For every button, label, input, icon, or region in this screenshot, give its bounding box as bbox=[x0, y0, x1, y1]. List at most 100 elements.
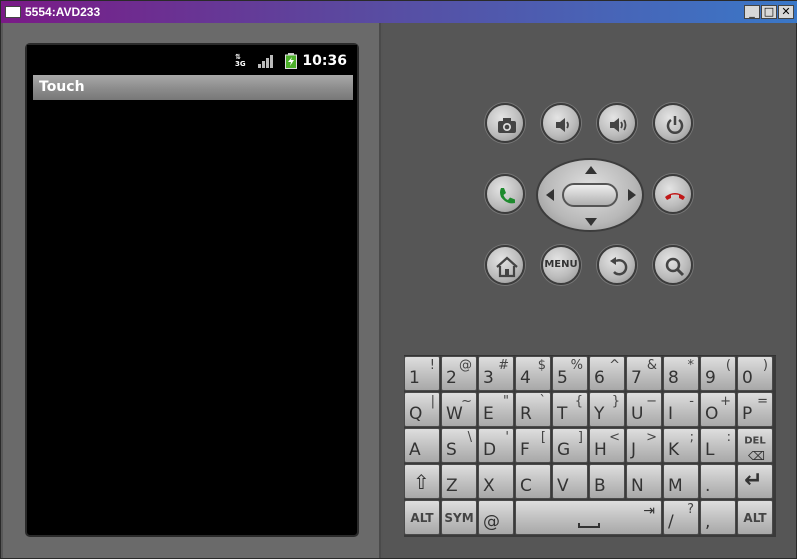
key-main-label: 7 bbox=[631, 368, 642, 388]
alt-key-left[interactable]: ALT bbox=[404, 500, 440, 535]
key-6[interactable]: 6 ^ bbox=[589, 356, 625, 391]
key-main-label: Z bbox=[446, 476, 458, 496]
key-4[interactable]: 4 $ bbox=[515, 356, 551, 391]
key-i[interactable]: I- bbox=[663, 392, 699, 427]
volume-up-button[interactable] bbox=[597, 103, 637, 143]
key-slash[interactable]: /? bbox=[663, 500, 699, 535]
maximize-button[interactable]: □ bbox=[761, 5, 777, 19]
key-main-label: Q bbox=[409, 404, 423, 424]
key-n[interactable]: N bbox=[626, 464, 662, 499]
space-key[interactable]: ⇥ bbox=[515, 500, 662, 535]
power-button[interactable] bbox=[653, 103, 693, 143]
network-type-label: 3G bbox=[235, 60, 246, 68]
key-m[interactable]: M bbox=[663, 464, 699, 499]
dpad-down-icon[interactable] bbox=[585, 218, 597, 226]
key-s[interactable]: S \ bbox=[441, 428, 477, 463]
key-main-label: . bbox=[705, 476, 711, 496]
key-p[interactable]: P = bbox=[737, 392, 773, 427]
shift-key[interactable]: ⇧ bbox=[404, 464, 440, 499]
key-w[interactable]: W ~ bbox=[441, 392, 477, 427]
key-shift-symbol: @ bbox=[459, 358, 472, 373]
key-shift-symbol: ^ bbox=[609, 358, 620, 373]
key-g[interactable]: G] bbox=[552, 428, 588, 463]
key-shift-symbol: = bbox=[757, 394, 768, 409]
key-y[interactable]: Y} bbox=[589, 392, 625, 427]
key-d[interactable]: D ' bbox=[478, 428, 514, 463]
key-u[interactable]: U − bbox=[626, 392, 662, 427]
call-button[interactable] bbox=[485, 174, 525, 214]
key-0[interactable]: 0) bbox=[737, 356, 773, 391]
volume-down-button[interactable] bbox=[541, 103, 581, 143]
key-v[interactable]: V bbox=[552, 464, 588, 499]
volume-up-icon bbox=[610, 118, 627, 132]
key-main-label: I bbox=[668, 404, 674, 424]
dpad-center-button[interactable] bbox=[562, 183, 618, 207]
end-call-button[interactable] bbox=[653, 174, 693, 214]
camera-button[interactable] bbox=[485, 103, 525, 143]
key-5[interactable]: 5% bbox=[552, 356, 588, 391]
key-main-label: B bbox=[594, 476, 606, 496]
key-2[interactable]: 2 @ bbox=[441, 356, 477, 391]
key-shift-symbol: ; bbox=[689, 430, 694, 445]
back-button[interactable] bbox=[597, 245, 637, 285]
alt-key-right[interactable]: ALT bbox=[737, 500, 773, 535]
key-8[interactable]: 8 * bbox=[663, 356, 699, 391]
device-screen[interactable]: ⇅ 3G 10:36 Touch bbox=[25, 43, 359, 537]
emulator-window: 5554:AVD233 _ □ ✕ ⇅ 3G 10:36 Touch MENU … bbox=[0, 0, 797, 559]
key-main-label: L bbox=[705, 440, 715, 460]
title-bar[interactable]: 5554:AVD233 _ □ ✕ bbox=[1, 1, 797, 23]
key-main-label: G bbox=[557, 440, 571, 460]
key-a[interactable]: A bbox=[404, 428, 440, 463]
key-j[interactable]: J > bbox=[626, 428, 662, 463]
key-main-label: V bbox=[557, 476, 569, 496]
home-button[interactable] bbox=[485, 245, 525, 285]
key-c[interactable]: C bbox=[515, 464, 551, 499]
key-main-label: 3 bbox=[483, 368, 494, 388]
dpad-left-icon[interactable] bbox=[546, 189, 554, 201]
menu-button[interactable]: MENU bbox=[541, 245, 581, 285]
back-icon bbox=[610, 257, 628, 276]
at-key[interactable]: @ bbox=[478, 500, 514, 535]
key-b[interactable]: B bbox=[589, 464, 625, 499]
key-shift-symbol: - bbox=[689, 394, 694, 409]
search-button[interactable] bbox=[653, 245, 693, 285]
key-9[interactable]: 9( bbox=[700, 356, 736, 391]
key-shift-symbol: − bbox=[646, 394, 657, 409]
key-comma[interactable]: , bbox=[700, 500, 736, 535]
key-h[interactable]: H < bbox=[589, 428, 625, 463]
key-r[interactable]: R ` bbox=[515, 392, 551, 427]
key-k[interactable]: K; bbox=[663, 428, 699, 463]
key-main-label: , bbox=[705, 512, 711, 532]
key-e[interactable]: E " bbox=[478, 392, 514, 427]
key-z[interactable]: Z bbox=[441, 464, 477, 499]
enter-key[interactable]: ↵ bbox=[737, 464, 773, 499]
key-t[interactable]: T{ bbox=[552, 392, 588, 427]
key-x[interactable]: X bbox=[478, 464, 514, 499]
key-7[interactable]: 7 & bbox=[626, 356, 662, 391]
key-1[interactable]: 1! bbox=[404, 356, 440, 391]
key-3[interactable]: 3 # bbox=[478, 356, 514, 391]
key-main-label: @ bbox=[483, 512, 500, 532]
close-button[interactable]: ✕ bbox=[778, 5, 794, 19]
key-main-label: X bbox=[483, 476, 495, 496]
key-shift-symbol: ~ bbox=[461, 394, 472, 409]
key-q[interactable]: Q | bbox=[404, 392, 440, 427]
dpad-right-icon[interactable] bbox=[628, 189, 636, 201]
key-main-label: J bbox=[631, 440, 637, 460]
camera-icon bbox=[498, 118, 516, 133]
sym-key[interactable]: SYM bbox=[441, 500, 477, 535]
key-shift-symbol: > bbox=[646, 430, 657, 445]
backspace-icon: ⌫ bbox=[748, 449, 765, 463]
delete-key[interactable]: DEL ⌫ bbox=[737, 428, 773, 463]
key-period[interactable]: . bbox=[700, 464, 736, 499]
dpad-up-icon[interactable] bbox=[585, 166, 597, 174]
tab-icon: ⇥ bbox=[643, 503, 655, 519]
key-o[interactable]: O + bbox=[700, 392, 736, 427]
enter-icon: ↵ bbox=[744, 468, 763, 493]
dpad[interactable] bbox=[536, 158, 644, 232]
key-main-label: 8 bbox=[668, 368, 679, 388]
device-screen-panel: ⇅ 3G 10:36 Touch bbox=[3, 23, 381, 558]
key-l[interactable]: L: bbox=[700, 428, 736, 463]
key-f[interactable]: F[ bbox=[515, 428, 551, 463]
minimize-button[interactable]: _ bbox=[744, 5, 760, 19]
